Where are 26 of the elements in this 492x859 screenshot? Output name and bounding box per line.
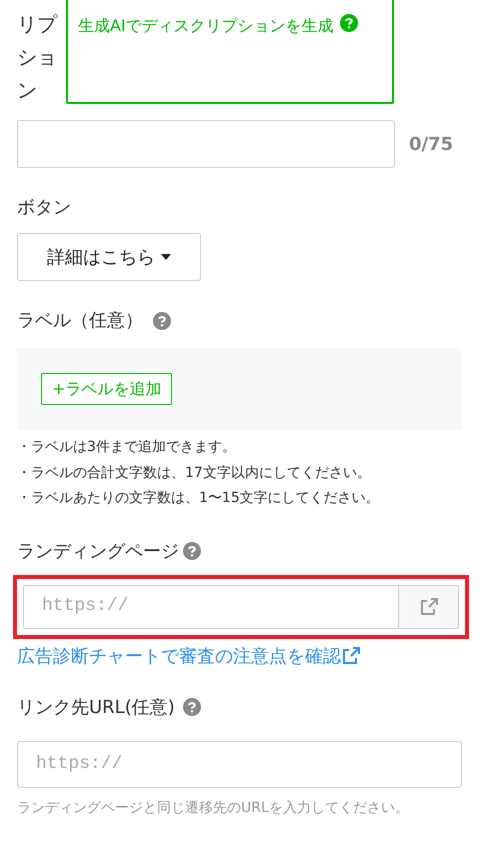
- external-link-icon: [418, 598, 438, 616]
- caret-icon: [161, 254, 171, 260]
- help-icon[interactable]: [183, 542, 201, 560]
- help-icon[interactable]: [340, 14, 358, 32]
- character-counter: 0/75: [409, 132, 454, 156]
- field-label: リプション: [17, 11, 57, 104]
- generate-link[interactable]: 生成AIでディスクリプションを生成: [78, 14, 334, 38]
- review-link[interactable]: 広告診断チャートで審査の注意点を確認: [17, 642, 341, 670]
- input-field[interactable]: https://: [24, 586, 398, 628]
- input-field[interactable]: https://: [17, 740, 462, 788]
- external-link-icon: [341, 647, 361, 665]
- section-label: ボタン: [16, 196, 72, 220]
- url-input-group[interactable]: https://: [23, 584, 459, 628]
- section-label: ランディングページ: [17, 540, 179, 564]
- help-text: ランディングページと同じ遷移先のURLを入力してください。: [17, 798, 410, 818]
- dropdown-button[interactable]: 詳細はこちら: [17, 233, 201, 281]
- note-text: ・ラベルあたりの文字数は、1〜15文字にしてください。: [17, 489, 381, 508]
- add-label-button[interactable]: +ラベルを追加: [41, 373, 172, 405]
- note-text: ・ラベルの合計文字数は、17文字以内にしてください。: [17, 464, 372, 482]
- help-icon[interactable]: [182, 698, 201, 716]
- open-link-button[interactable]: [398, 586, 458, 628]
- note-text: ・ラベルは3件まで追加できます。: [17, 438, 237, 457]
- section-label: ラベル（任意）: [17, 309, 143, 333]
- section-label: リンク先URL(任意): [17, 696, 175, 720]
- help-icon[interactable]: [153, 312, 171, 330]
- input-field[interactable]: [17, 120, 395, 168]
